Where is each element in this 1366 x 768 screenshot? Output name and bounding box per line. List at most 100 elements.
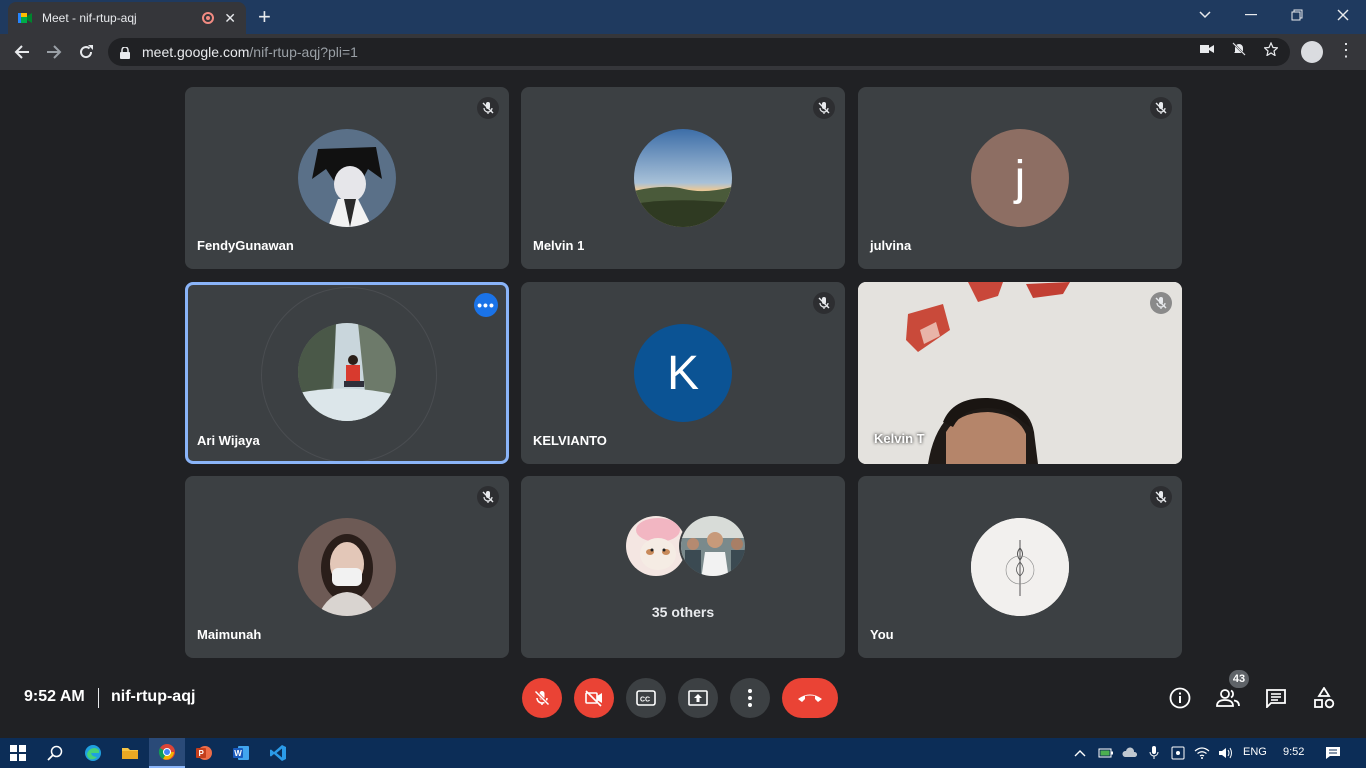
tray-overflow-button[interactable] [1066, 738, 1094, 768]
edge-icon [85, 745, 101, 761]
leave-call-button[interactable] [782, 678, 838, 718]
participant-avatar: K [634, 324, 732, 422]
reload-button[interactable] [74, 40, 98, 64]
participant-name: julvina [870, 238, 912, 253]
participant-name: Maimunah [197, 627, 262, 642]
minimize-button[interactable] [1228, 0, 1274, 30]
browser-menu-icon[interactable]: ⋮ [1337, 40, 1355, 61]
captions-button[interactable]: CC [626, 678, 666, 718]
camera-icon[interactable] [1200, 42, 1214, 58]
mic-off-icon [1150, 292, 1172, 314]
battery-tray[interactable] [1094, 738, 1118, 768]
url-host: meet.google.com [142, 44, 250, 60]
mic-off-icon [813, 292, 835, 314]
cloud-icon [1122, 747, 1138, 757]
participant-tile[interactable]: j julvina [858, 87, 1182, 269]
edge-app[interactable] [75, 738, 111, 768]
participant-tile[interactable]: Maimunah [185, 476, 509, 658]
wifi-tray[interactable] [1190, 738, 1214, 768]
people-button[interactable] [1216, 686, 1240, 710]
input-language[interactable]: ENG [1243, 746, 1267, 758]
more-vert-icon [748, 689, 752, 707]
participant-name: Ari Wijaya [197, 433, 260, 448]
microphone-tray[interactable] [1142, 738, 1166, 768]
address-bar[interactable]: meet.google.com/nif-rtup-aqj?pli=1 [108, 38, 1290, 66]
tab-search-icon[interactable] [1182, 0, 1228, 30]
present-icon [688, 690, 708, 706]
participant-avatar [298, 518, 396, 616]
participant-avatar [971, 518, 1069, 616]
powerpoint-app[interactable]: P [186, 738, 222, 768]
taskbar-clock[interactable]: 9:52 [1283, 746, 1304, 758]
others-label: 35 others [651, 604, 715, 620]
mic-off-icon [813, 97, 835, 119]
back-button[interactable] [10, 40, 34, 64]
browser-tab[interactable]: Meet - nif-rtup-aqj ✕ [8, 2, 246, 34]
bookmark-star-icon[interactable] [1263, 41, 1279, 59]
lock-icon [120, 46, 130, 59]
restore-button[interactable] [1274, 0, 1320, 30]
participant-name: Kelvin T [874, 431, 925, 446]
others-tile[interactable]: 35 others [521, 476, 845, 658]
toggle-camera-button[interactable] [574, 678, 614, 718]
profile-avatar[interactable] [1301, 41, 1323, 63]
mic-off-icon [1150, 486, 1172, 508]
toggle-mic-button[interactable] [522, 678, 562, 718]
chat-button[interactable] [1264, 686, 1288, 710]
present-screen-button[interactable] [678, 678, 718, 718]
start-button[interactable] [0, 738, 36, 768]
participant-count-badge: 43 [1229, 670, 1249, 688]
vscode-app[interactable] [260, 738, 296, 768]
folder-icon [122, 748, 138, 759]
vscode-icon [270, 745, 286, 761]
search-button[interactable] [37, 738, 73, 768]
captions-icon: CC [636, 690, 656, 706]
chrome-app[interactable] [149, 738, 185, 768]
forward-button[interactable] [42, 40, 66, 64]
chevron-up-icon [1074, 750, 1086, 757]
onedrive-tray[interactable] [1118, 738, 1142, 768]
close-window-button[interactable] [1320, 0, 1366, 30]
word-icon: W [233, 746, 249, 760]
participant-tile-video[interactable]: Kelvin T [858, 282, 1182, 464]
close-tab-icon[interactable]: ✕ [224, 10, 236, 27]
more-options-button[interactable]: ••• [474, 293, 498, 317]
participant-tile[interactable]: K KELVIANTO [521, 282, 845, 464]
participant-avatar [298, 323, 396, 421]
participant-tile[interactable]: Melvin 1 [521, 87, 845, 269]
mic-off-icon [534, 690, 550, 706]
notifications-blocked-icon[interactable] [1232, 42, 1246, 59]
search-icon [47, 745, 63, 761]
participant-name: FendyGunawan [197, 238, 294, 253]
windows-logo-icon [10, 745, 26, 761]
participant-tile[interactable]: FendyGunawan [185, 87, 509, 269]
activities-button[interactable] [1312, 686, 1336, 710]
battery-icon [1098, 748, 1113, 758]
avatar-letter: K [666, 346, 699, 400]
activities-icon [1314, 687, 1335, 709]
avatar-letter: j [1014, 151, 1026, 205]
participant-avatar: j [971, 129, 1069, 227]
mic-off-icon [1150, 97, 1172, 119]
meeting-clock: 9:52 AM [24, 688, 85, 705]
browser-tab-bar: Meet - nif-rtup-aqj ✕ + [0, 0, 1366, 34]
participant-tile-active[interactable]: ••• Ari Wijaya [185, 282, 509, 464]
recording-icon [202, 12, 215, 24]
display-tray[interactable] [1166, 738, 1190, 768]
self-tile[interactable]: You [858, 476, 1182, 658]
participant-avatar [298, 129, 396, 227]
mic-off-icon [477, 97, 499, 119]
notifications-button[interactable] [1318, 738, 1348, 768]
browser-toolbar: meet.google.com/nif-rtup-aqj?pli=1 [0, 34, 1366, 70]
new-tab-button[interactable]: + [258, 4, 271, 30]
tab-title: Meet - nif-rtup-aqj [42, 11, 137, 25]
participant-name: You [870, 627, 894, 642]
word-app[interactable]: W [223, 738, 259, 768]
meeting-details-button[interactable] [1168, 686, 1192, 710]
chrome-icon [158, 744, 175, 760]
volume-tray[interactable] [1214, 738, 1238, 768]
participant-name: Melvin 1 [533, 238, 585, 253]
hang-up-icon [798, 694, 822, 702]
more-options-button[interactable] [730, 678, 770, 718]
file-explorer-app[interactable] [112, 738, 148, 768]
